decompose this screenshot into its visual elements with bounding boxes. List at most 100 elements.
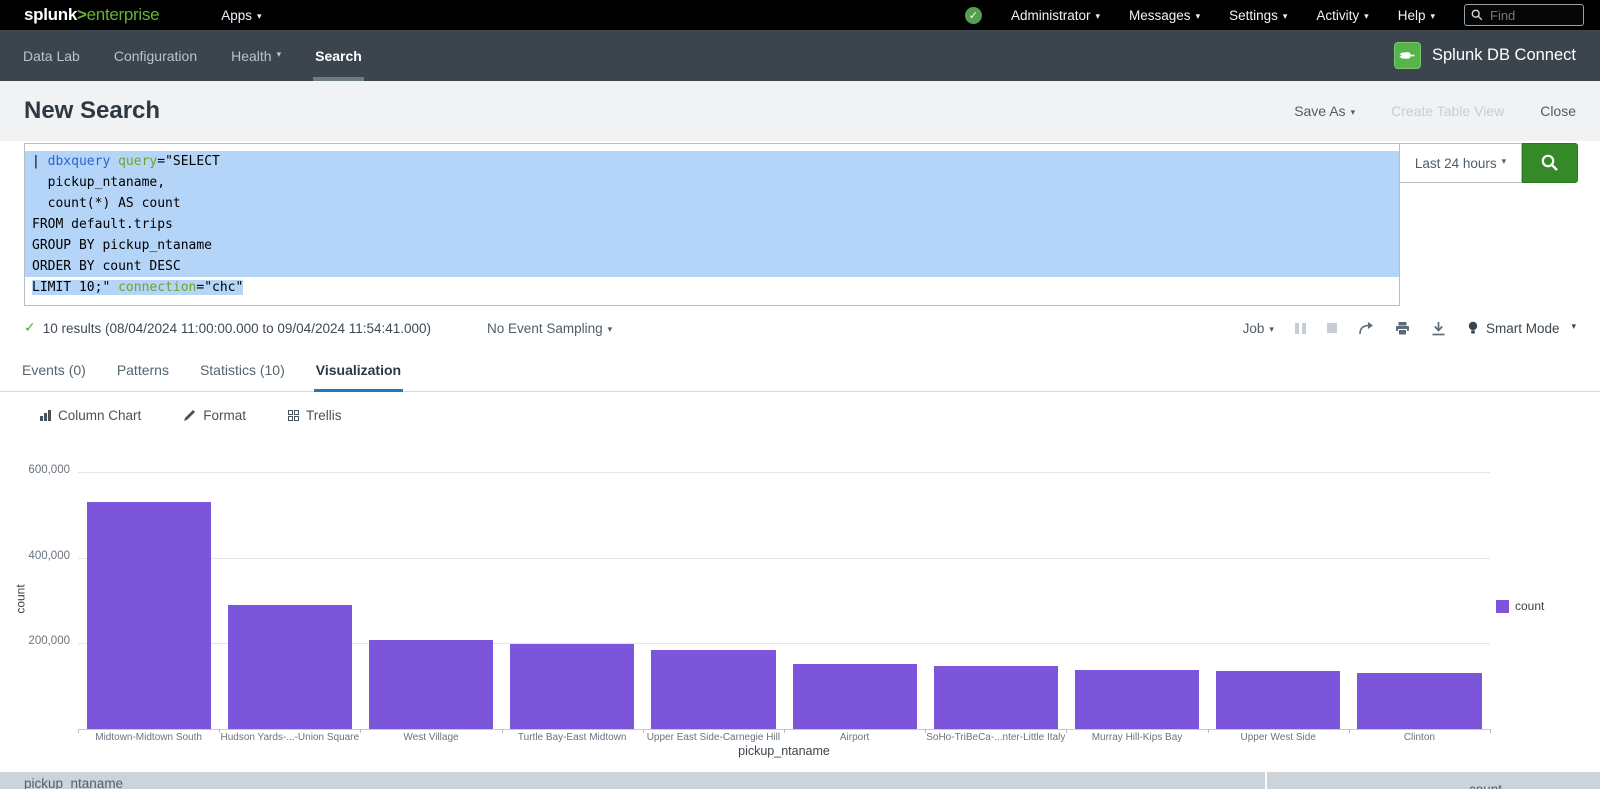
event-sampling-label: No Event Sampling	[487, 321, 603, 336]
nav-label: Health	[231, 48, 271, 64]
caret-down-icon: ▾	[1571, 322, 1576, 332]
y-tick-label: 600,000	[0, 464, 70, 476]
x-tick-label: Murray Hill-Kips Bay	[1066, 732, 1207, 743]
page-title: New Search	[24, 97, 160, 125]
chart-bar[interactable]	[1075, 670, 1199, 729]
caret-down-icon: ▾	[277, 50, 282, 60]
caret-down-icon: ▾	[1430, 12, 1435, 22]
health-status-icon[interactable]: ✓	[965, 7, 982, 24]
query-line: ORDER BY count DESC	[25, 256, 1399, 277]
export-icon[interactable]	[1431, 321, 1446, 336]
save-as-label: Save As	[1294, 103, 1345, 119]
settings-menu[interactable]: Settings ▾	[1229, 8, 1287, 23]
chart-type-label: Column Chart	[58, 408, 141, 423]
run-search-button[interactable]	[1522, 143, 1578, 183]
query-line: LIMIT 10;" connection="chc"	[25, 277, 1399, 298]
results-status-bar: ✓ 10 results (08/04/2024 11:00:00.000 to…	[0, 306, 1600, 350]
page-header: New Search Save As▾ Create Table View Cl…	[0, 81, 1600, 141]
x-tick-label: Turtle Bay-East Midtown	[502, 732, 643, 743]
time-range-picker[interactable]: Last 24 hours ▾	[1400, 143, 1522, 183]
chart-bar[interactable]	[87, 502, 211, 729]
visualization-controls: Column Chart Format Trellis	[0, 392, 1600, 439]
activity-menu[interactable]: Activity▾	[1316, 8, 1368, 23]
query-line: FROM default.trips	[25, 214, 1399, 235]
chart-bar[interactable]	[1216, 671, 1340, 729]
legend-swatch	[1496, 600, 1509, 613]
column-divider	[1265, 772, 1267, 789]
messages-menu[interactable]: Messages▾	[1129, 8, 1200, 23]
y-tick-label: 400,000	[0, 550, 70, 562]
event-sampling-menu[interactable]: No Event Sampling ▾	[487, 321, 612, 336]
nav-item-search[interactable]: Search	[298, 30, 379, 81]
pencil-icon	[183, 409, 196, 422]
x-tick-label: Airport	[784, 732, 925, 743]
caret-down-icon: ▾	[1283, 12, 1288, 22]
close-label: Close	[1540, 103, 1576, 119]
logo-splunk-text: splunk	[24, 5, 77, 24]
column-header-pickup-ntaname[interactable]: pickup_ntaname	[24, 776, 123, 789]
tab-statistics[interactable]: Statistics (10)	[198, 362, 287, 391]
tab-patterns[interactable]: Patterns	[115, 362, 171, 391]
search-query-input[interactable]: | dbxquery query="SELECT pickup_ntaname,…	[24, 143, 1400, 306]
trellis-label: Trellis	[306, 408, 342, 423]
column-header-count[interactable]: count	[1469, 782, 1502, 789]
apps-menu[interactable]: Apps▾	[221, 8, 261, 23]
x-tick-label: Clinton	[1349, 732, 1490, 743]
job-menu[interactable]: Job▾	[1243, 321, 1274, 336]
chart-bar[interactable]	[793, 664, 917, 729]
time-range-label: Last 24 hours	[1415, 156, 1497, 171]
save-as-button[interactable]: Save As▾	[1294, 103, 1355, 119]
gridline	[78, 558, 1490, 559]
share-icon[interactable]	[1358, 321, 1374, 336]
chart-legend[interactable]: count	[1496, 599, 1544, 613]
logo-accent: >	[77, 5, 87, 24]
search-icon	[1471, 9, 1483, 21]
gridline	[78, 472, 1490, 473]
chart-bar[interactable]	[934, 666, 1058, 729]
axis-tick	[502, 729, 503, 733]
column-chart-icon	[40, 410, 51, 421]
caret-down-icon: ▾	[1196, 12, 1201, 22]
results-tabs: Events (0) Patterns Statistics (10) Visu…	[0, 350, 1600, 392]
tab-events[interactable]: Events (0)	[20, 362, 88, 391]
chart-bar[interactable]	[369, 640, 493, 729]
settings-label: Settings	[1229, 8, 1278, 23]
axis-tick	[784, 729, 785, 733]
chart-type-picker[interactable]: Column Chart	[40, 408, 141, 423]
nav-item-data-lab[interactable]: Data Lab	[6, 30, 97, 81]
nav-label: Search	[315, 48, 362, 64]
nav-item-health[interactable]: Health ▾	[214, 30, 298, 81]
print-icon[interactable]	[1395, 321, 1410, 336]
format-menu[interactable]: Format	[183, 408, 246, 423]
help-menu[interactable]: Help▾	[1398, 8, 1435, 23]
legend-label: count	[1515, 599, 1544, 613]
trellis-menu[interactable]: Trellis	[288, 408, 342, 423]
caret-down-icon: ▾	[1364, 12, 1369, 22]
app-nav-bar: Data Lab Configuration Health▾ Search Sp…	[0, 30, 1600, 81]
administrator-label: Administrator	[1011, 8, 1091, 23]
find-input[interactable]	[1488, 7, 1570, 24]
db-connect-app-icon[interactable]	[1394, 42, 1421, 69]
chart-bar[interactable]	[651, 650, 775, 729]
close-button[interactable]: Close	[1540, 103, 1576, 119]
tab-visualization[interactable]: Visualization	[314, 362, 403, 391]
chart-bar[interactable]	[510, 644, 634, 729]
job-menu-label: Job	[1243, 321, 1265, 336]
search-mode-menu[interactable]: Smart Mode▾	[1467, 321, 1576, 336]
x-axis-title: pickup_ntaname	[78, 744, 1490, 758]
axis-tick	[1208, 729, 1209, 733]
create-table-view-label: Create Table View	[1391, 103, 1504, 119]
find-search-box[interactable]	[1464, 4, 1584, 26]
pause-job-icon	[1295, 323, 1306, 334]
splunk-logo[interactable]: splunk>enterprise	[24, 5, 159, 25]
nav-item-configuration[interactable]: Configuration	[97, 30, 214, 81]
lightbulb-icon	[1467, 321, 1479, 336]
caret-down-icon: ▾	[608, 325, 613, 335]
chart-bar[interactable]	[228, 605, 352, 729]
check-icon: ✓	[969, 9, 978, 22]
administrator-menu[interactable]: Administrator▾	[1011, 8, 1100, 23]
caret-down-icon: ▾	[1502, 157, 1507, 167]
statistics-table-header: pickup_ntaname count	[0, 772, 1600, 789]
format-label: Format	[203, 408, 246, 423]
chart-bar[interactable]	[1357, 673, 1481, 729]
